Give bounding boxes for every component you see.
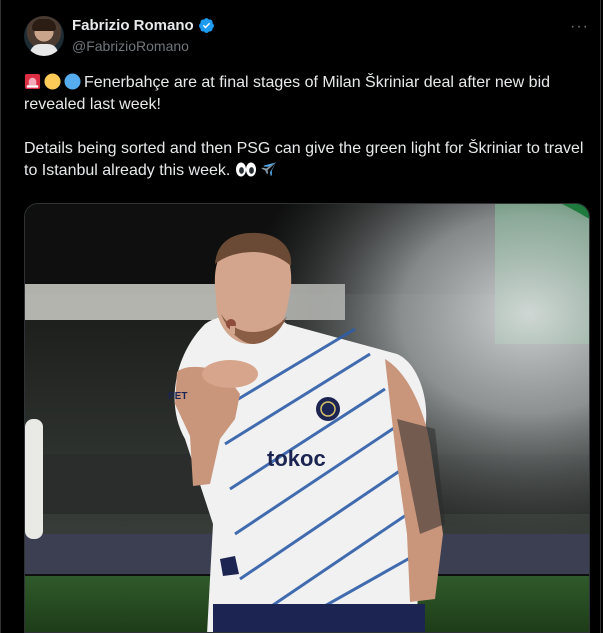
- yellow-circle-emoji: [44, 73, 61, 90]
- tweet-paragraph-1: Fenerbahçe are at final stages of Milan …: [24, 72, 589, 116]
- tweet-body: Fenerbahçe are at final stages of Milan …: [24, 72, 589, 182]
- author-name-row: Fabrizio Romano: [72, 17, 215, 34]
- verified-badge-icon: [198, 18, 214, 33]
- tweet-card: Fabrizio Romano @FabrizioRomano ··· Fene…: [0, 0, 601, 633]
- tweet-paragraph-2: Details being sorted and then PSG can gi…: [24, 138, 589, 182]
- author-avatar[interactable]: [24, 16, 64, 56]
- rotating-light-emoji: [24, 73, 41, 90]
- eyes-emoji: [235, 162, 256, 177]
- airplane-emoji: [261, 162, 276, 177]
- author-display-name[interactable]: Fabrizio Romano: [72, 17, 194, 34]
- avatar-shirt-shape: [30, 44, 58, 56]
- avatar-hair-shape: [32, 19, 56, 31]
- more-horizontal-icon[interactable]: ···: [570, 18, 590, 35]
- tweet-paragraph-1-text: Fenerbahçe are at final stages of Milan …: [24, 74, 551, 113]
- blue-circle-emoji: [64, 73, 81, 90]
- player-photo: PET tokoc: [25, 204, 589, 632]
- shirt-sponsor-left: PET: [168, 391, 187, 402]
- tweet-media-image[interactable]: PET tokoc: [24, 203, 590, 633]
- shirt-sponsor-center: tokoc: [267, 446, 326, 471]
- author-handle[interactable]: @FabrizioRomano: [72, 38, 189, 54]
- tweet-paragraph-2-text: Details being sorted and then PSG can gi…: [24, 140, 584, 179]
